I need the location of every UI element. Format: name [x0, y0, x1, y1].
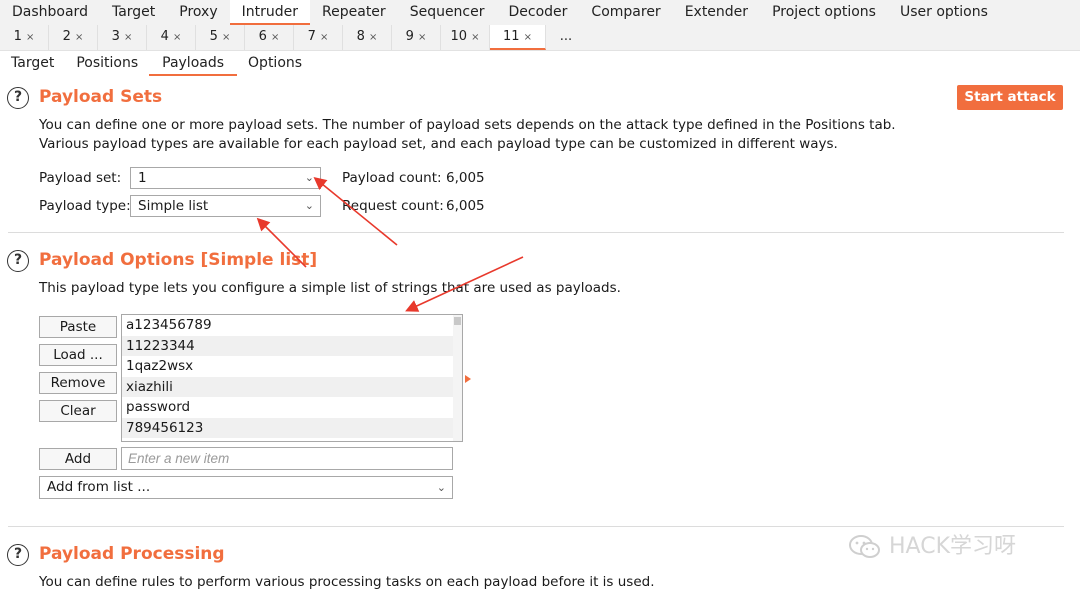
annotation-arrows — [256, 176, 524, 383]
annotation-arrow — [313, 176, 398, 246]
annotation-arrow — [405, 256, 524, 312]
annotation-arrow — [256, 217, 307, 268]
expand-arrow-icon[interactable] — [465, 375, 471, 383]
